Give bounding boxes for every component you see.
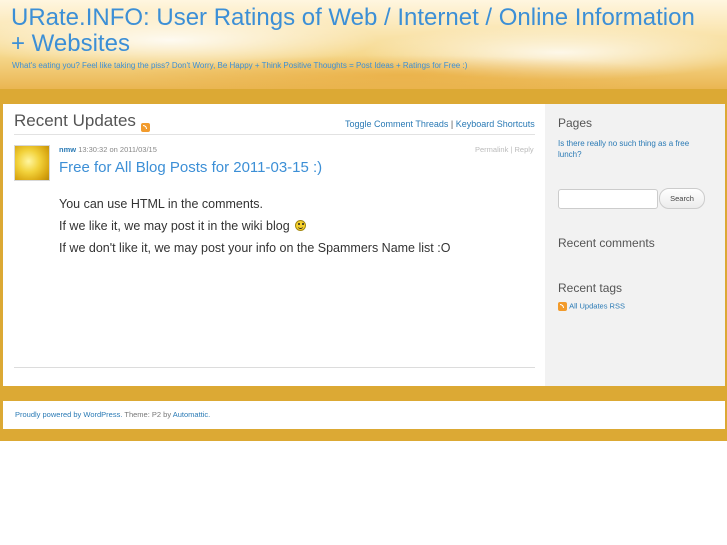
all-updates-rss-link[interactable]: All Updates RSS — [569, 302, 625, 311]
permalink-label: Permalink — [475, 145, 509, 154]
post-actions: Permalink | Reply — [475, 145, 534, 154]
recent-comments-heading: Recent comments — [558, 236, 655, 250]
post-line: If we like it, we may post it in the wik… — [59, 215, 450, 237]
rss-icon — [141, 123, 150, 133]
permalink-link[interactable]: Permalink — [475, 145, 508, 154]
search-button[interactable]: Search — [659, 188, 705, 209]
reply-label: Reply — [514, 145, 534, 154]
main-container: Recent Updates Toggle Comment Threads | … — [3, 104, 725, 386]
separator: | — [510, 145, 513, 154]
toggle-comment-threads-link[interactable]: Toggle Comment Threads — [345, 119, 448, 129]
separator: | — [450, 119, 454, 129]
site-header: URate.INFO: User Ratings of Web / Intern… — [0, 0, 727, 89]
post-on: on — [109, 145, 118, 154]
rss-icon — [558, 301, 567, 311]
footer: Proudly powered by WordPress. Theme: P2 … — [3, 401, 725, 429]
site-title[interactable]: URate.INFO: User Ratings of Web / Intern… — [11, 5, 711, 57]
recent-updates-heading: Recent Updates — [14, 111, 136, 130]
post-title-link[interactable]: Free for All Blog Posts for 2011-03-15 :… — [59, 159, 322, 176]
wordpress-link[interactable]: Proudly powered by WordPress. — [15, 410, 122, 419]
post-line-text: If we like it, we may post it in the wik… — [59, 219, 290, 233]
post-time: 13:30:32 — [78, 145, 108, 154]
post-date: 2011/03/15 — [119, 145, 157, 154]
automattic-link[interactable]: Automattic. — [173, 410, 211, 419]
search-input[interactable] — [558, 189, 658, 209]
reply-link[interactable]: Reply — [514, 145, 533, 154]
theme-credit: Theme: P2 by — [124, 410, 172, 419]
post-line: You can use HTML in the comments. — [59, 197, 264, 211]
footer-text: Proudly powered by WordPress. Theme: P2 … — [15, 410, 210, 419]
smiley-icon — [295, 220, 307, 231]
all-updates-rss: All Updates RSS — [558, 301, 625, 311]
post-author-link[interactable]: nmw — [59, 145, 76, 154]
divider — [14, 134, 535, 135]
keyboard-shortcuts-link[interactable]: Keyboard Shortcuts — [456, 119, 535, 129]
post-line: If we don't like it, we may post your in… — [59, 241, 451, 255]
post-body: You can use HTML in the comments. If we … — [59, 193, 450, 259]
avatar[interactable] — [14, 145, 50, 181]
post-meta: nmw 13:30:32 on 2011/03/15 — [59, 145, 157, 154]
divider — [14, 367, 535, 368]
site-description: What's eating you? Feel like taking the … — [12, 61, 468, 70]
recent-tags-heading: Recent tags — [558, 281, 623, 295]
sidebar: Pages Is there really no such thing as a… — [545, 104, 725, 386]
page-background-band: Recent Updates Toggle Comment Threads | … — [0, 89, 727, 441]
content-toolbar: Toggle Comment Threads | Keyboard Shortc… — [345, 119, 535, 129]
page-link-free-lunch[interactable]: Is there really no such thing as a free … — [558, 138, 708, 160]
pages-heading: Pages — [558, 116, 593, 130]
